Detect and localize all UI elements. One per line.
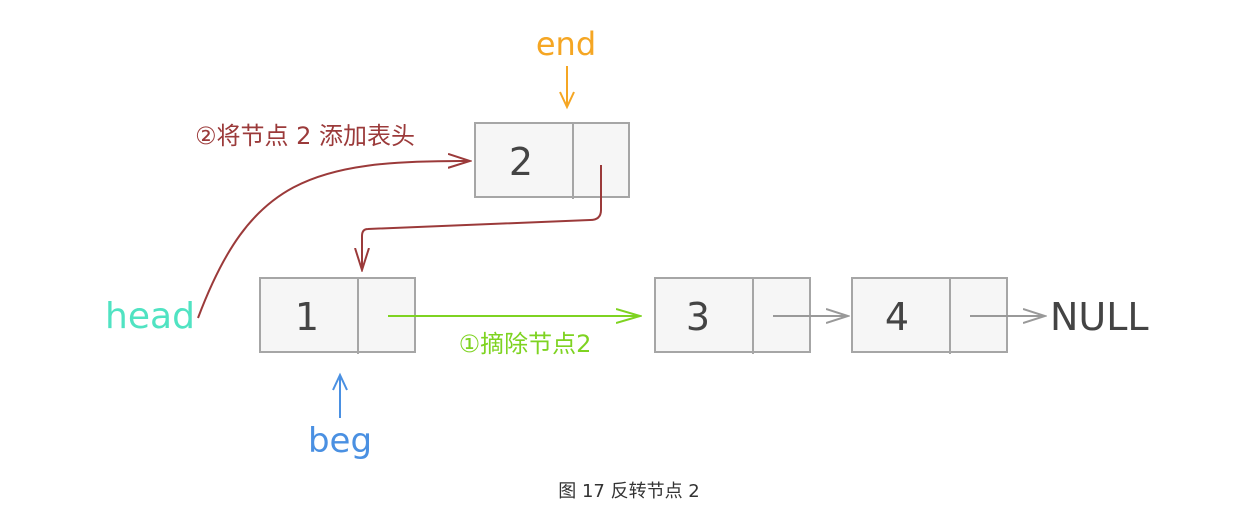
- node-value: 1: [295, 295, 319, 339]
- null-label: NULL: [1050, 295, 1149, 339]
- figure-caption: 图 17 反转节点 2: [558, 481, 700, 502]
- end-pointer-label: end: [536, 25, 596, 63]
- node-value: 3: [686, 295, 710, 339]
- add-head-step-label: ②将节点 2 添加表头: [195, 122, 415, 150]
- node-value: 4: [885, 295, 909, 339]
- linked-list-diagram: 1 2 3 4 NULL ①摘除节点2 ②将节点 2 添加表头 end head…: [105, 25, 1149, 502]
- beg-pointer-label: beg: [308, 421, 372, 461]
- remove-step-label: ①摘除节点2: [459, 330, 592, 358]
- node-value: 2: [509, 140, 533, 184]
- head-pointer-label: head: [105, 296, 195, 337]
- node-2: 2: [474, 122, 630, 199]
